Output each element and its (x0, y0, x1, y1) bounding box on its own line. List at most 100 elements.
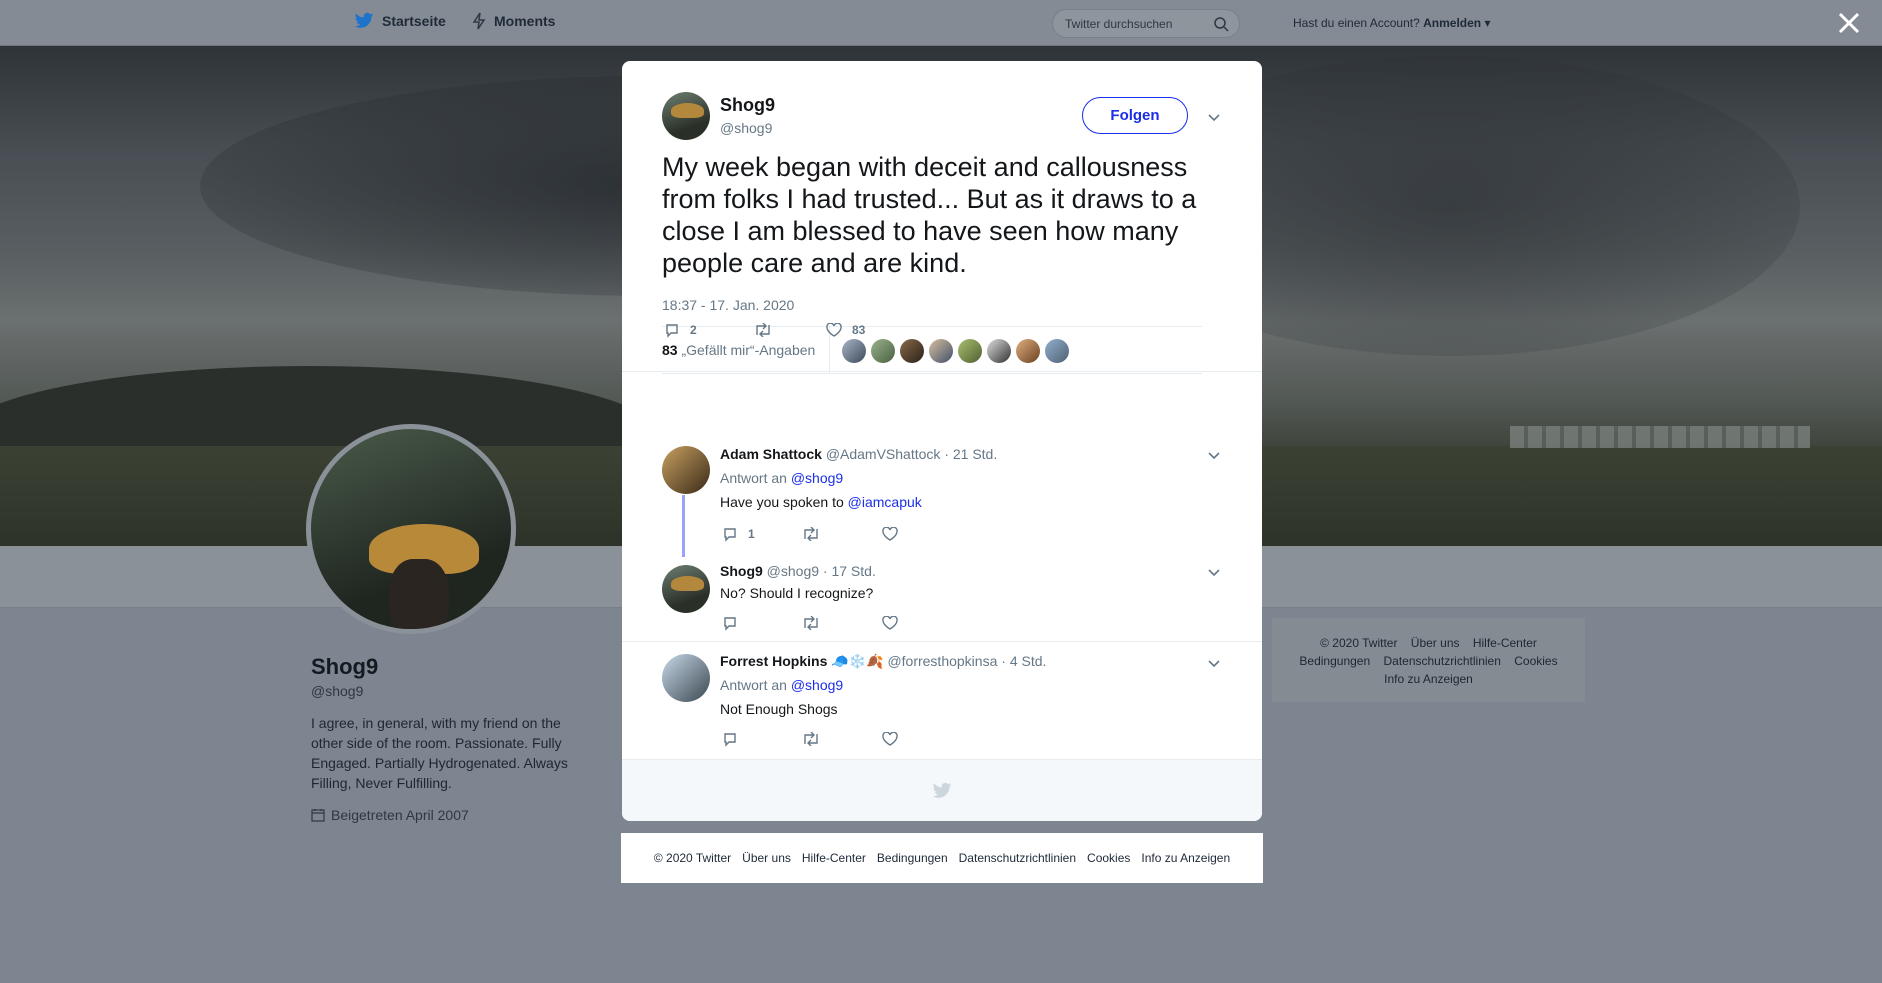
author-handle[interactable]: @shog9 (720, 120, 772, 136)
profile-joined: Beigetreten April 2007 (311, 807, 469, 823)
tweet-timestamp[interactable]: 18:37 - 17. Jan. 2020 (662, 297, 794, 313)
login-link[interactable]: Anmelden (1423, 16, 1481, 30)
tweet-text: My week began with deceit and callousnes… (662, 152, 1197, 278)
twitter-bird-icon (932, 782, 952, 798)
chevron-down-icon[interactable] (1207, 656, 1221, 670)
profile-name: Shog9 (311, 654, 379, 679)
reply-to-line: Antwort an @shog9 (720, 677, 843, 693)
heart-icon (882, 616, 898, 630)
retweet-button[interactable] (802, 732, 882, 746)
profile-handle: @shog9 (311, 683, 364, 699)
footer-link[interactable]: Info zu Anzeigen (1384, 672, 1473, 686)
nav-home-label: Startseite (382, 13, 446, 29)
chevron-down-icon[interactable] (1207, 110, 1221, 124)
like-button[interactable]: 83 (826, 323, 865, 337)
joined-label: Beigetreten April 2007 (331, 807, 469, 823)
retweet-button[interactable] (754, 323, 826, 337)
nav-home[interactable]: Startseite (354, 12, 446, 30)
footer-link[interactable]: Info zu Anzeigen (1141, 851, 1230, 865)
search-input[interactable]: Twitter durchsuchen (1052, 9, 1240, 38)
tweet-actions: 2 83 (664, 322, 865, 338)
reply-avatar[interactable] (662, 654, 710, 702)
footer-link[interactable]: Bedingungen (877, 851, 948, 865)
reply-to-prefix: Antwort an (720, 470, 787, 486)
liker-avatar[interactable] (987, 339, 1011, 363)
liker-avatar[interactable] (871, 339, 895, 363)
reply-actions (722, 615, 898, 631)
reply-to-prefix: Antwort an (720, 677, 787, 693)
like-button[interactable] (882, 732, 898, 746)
footer-link[interactable]: Cookies (1514, 654, 1557, 668)
footer-link[interactable]: Datenschutzrichtlinien (1383, 654, 1500, 668)
reply-avatar[interactable] (662, 446, 710, 494)
liker-avatar[interactable] (958, 339, 982, 363)
footer-link[interactable]: Datenschutzrichtlinien (959, 851, 1076, 865)
footer-link[interactable]: Über uns (1411, 636, 1460, 650)
reply-time[interactable]: · 21 Std. (944, 446, 997, 462)
reply-count: 2 (690, 323, 697, 337)
divider (622, 641, 1262, 642)
author-avatar[interactable] (662, 92, 710, 140)
reply-button[interactable] (722, 615, 802, 631)
reply-author-name: Forrest Hopkins (720, 653, 828, 669)
close-icon[interactable] (1836, 10, 1862, 36)
footer-link[interactable]: Über uns (742, 851, 791, 865)
reply-actions: 1 (722, 526, 898, 542)
footer-link[interactable]: Hilfe-Center (802, 851, 866, 865)
reply-text-prefix: Have you spoken to (720, 494, 844, 510)
reply-count: 1 (748, 527, 755, 541)
author-name[interactable]: Shog9 (720, 95, 775, 116)
caret-down-icon[interactable]: ▾ (1484, 16, 1490, 30)
calendar-icon (311, 809, 325, 822)
reply-author-handle: @AdamVShattock (825, 446, 941, 462)
like-count: 83 (852, 323, 866, 337)
reply-to-link[interactable]: @shog9 (791, 470, 843, 486)
reply-author[interactable]: Adam Shattock @AdamVShattock · 21 Std. (720, 446, 997, 462)
account-prompt: Hast du einen Account? Anmelden ▾ (1293, 16, 1491, 30)
liker-avatar[interactable] (842, 339, 866, 363)
likes-stat[interactable]: 83 „Gefällt mir“-Angaben (662, 342, 815, 358)
liker-avatar[interactable] (929, 339, 953, 363)
profile-avatar[interactable] (306, 424, 516, 634)
liker-avatar[interactable] (1016, 339, 1040, 363)
tweet-modal: Shog9 @shog9 Folgen My week began with d… (622, 61, 1262, 821)
liker-avatar[interactable] (1045, 339, 1069, 363)
reply-button[interactable] (722, 731, 802, 747)
footer-link[interactable]: Hilfe-Center (1473, 636, 1537, 650)
reply-author[interactable]: Forrest Hopkins 🧢❄️🍂 @forresthopkinsa · … (720, 653, 1046, 670)
lightning-icon (472, 12, 486, 30)
divider (622, 371, 1262, 372)
chevron-down-icon[interactable] (1207, 565, 1221, 579)
reply-author-handle: @shog9 (766, 563, 820, 579)
chevron-down-icon[interactable] (1207, 448, 1221, 462)
reply-to-line: Antwort an @shog9 (720, 470, 843, 486)
like-button[interactable] (882, 616, 898, 630)
reply-avatar[interactable] (662, 565, 710, 613)
reply-author-emoji: 🧢❄️🍂 (831, 653, 884, 669)
reply-to-link[interactable]: @shog9 (791, 677, 843, 693)
follow-button[interactable]: Folgen (1082, 97, 1188, 134)
footer-link[interactable]: Bedingungen (1299, 654, 1370, 668)
footer-link[interactable]: © 2020 Twitter (654, 851, 731, 865)
footer-link[interactable]: Cookies (1087, 851, 1130, 865)
liker-avatar[interactable] (900, 339, 924, 363)
reply-time[interactable]: · 17 Std. (823, 563, 876, 579)
reply-button[interactable]: 2 (664, 322, 754, 338)
retweet-icon (804, 616, 818, 630)
reply-author-name: Shog9 (720, 563, 763, 579)
search-icon[interactable] (1213, 16, 1229, 32)
reply-icon (724, 617, 736, 631)
retweet-button[interactable] (802, 527, 882, 541)
search-placeholder: Twitter durchsuchen (1065, 17, 1173, 31)
like-button[interactable] (882, 527, 898, 541)
footer-link[interactable]: © 2020 Twitter (1320, 636, 1397, 650)
retweet-button[interactable] (802, 616, 882, 630)
retweet-icon (804, 732, 818, 746)
reply-time[interactable]: · 4 Std. (1001, 653, 1046, 669)
reply-actions (722, 731, 898, 747)
reply-button[interactable]: 1 (722, 526, 802, 542)
mention-link[interactable]: @iamcapuk (848, 494, 922, 510)
nav-moments[interactable]: Moments (472, 12, 555, 30)
nav-moments-label: Moments (494, 13, 556, 29)
reply-author[interactable]: Shog9 @shog9 · 17 Std. (720, 563, 876, 579)
